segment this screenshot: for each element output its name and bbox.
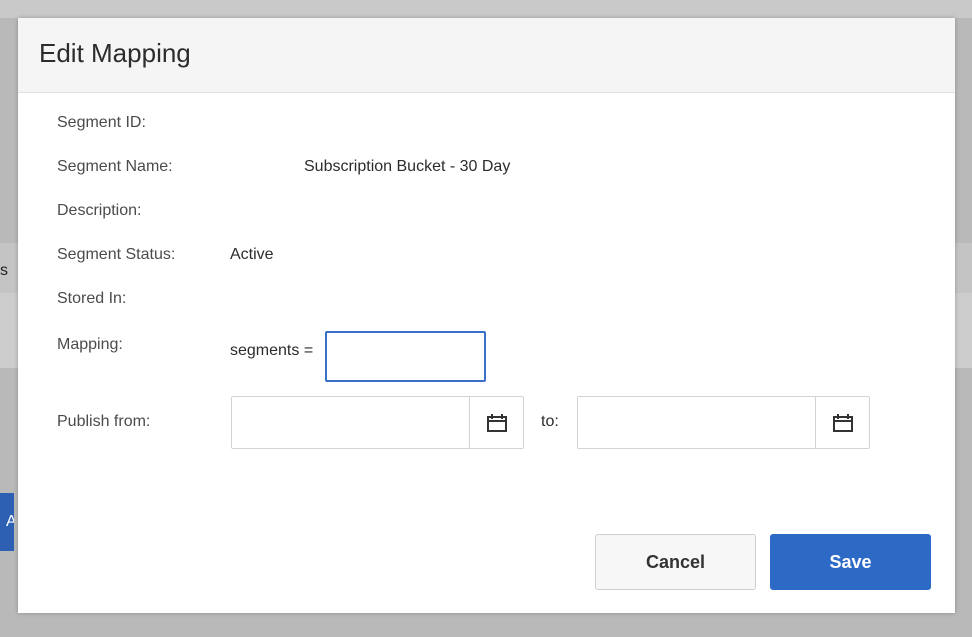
background-text-fragment: s — [0, 262, 8, 279]
publish-to-input[interactable] — [578, 397, 817, 448]
background-panel — [0, 0, 972, 18]
publish-to-label: to: — [541, 413, 559, 430]
publish-from-label: Publish from: — [57, 413, 151, 430]
background-button: A — [0, 493, 14, 551]
dialog-title: Edit Mapping — [39, 38, 191, 68]
publish-from-input[interactable] — [232, 397, 471, 448]
calendar-button-from[interactable] — [469, 397, 523, 448]
segment-status-label: Segment Status: — [57, 246, 176, 263]
stored-in-label: Stored In: — [57, 290, 127, 307]
publish-from-field — [231, 396, 524, 449]
mapping-prefix: segments = — [230, 342, 314, 359]
description-label: Description: — [57, 202, 142, 219]
dialog-header: Edit Mapping — [18, 18, 955, 93]
edit-mapping-dialog: Edit Mapping Segment ID: Segment Name: S… — [18, 18, 955, 613]
cancel-button[interactable]: Cancel — [595, 534, 756, 590]
save-button[interactable]: Save — [770, 534, 931, 590]
segment-name-label: Segment Name: — [57, 158, 173, 175]
segment-name-value: Subscription Bucket - 30 Day — [304, 158, 511, 175]
publish-to-field — [577, 396, 870, 449]
segment-id-label: Segment ID: — [57, 114, 146, 131]
mapping-label: Mapping: — [57, 336, 123, 353]
calendar-icon — [486, 413, 507, 432]
calendar-button-to[interactable] — [815, 397, 869, 448]
calendar-icon — [832, 413, 853, 432]
segment-status-value: Active — [230, 246, 274, 263]
mapping-input[interactable] — [325, 331, 486, 382]
